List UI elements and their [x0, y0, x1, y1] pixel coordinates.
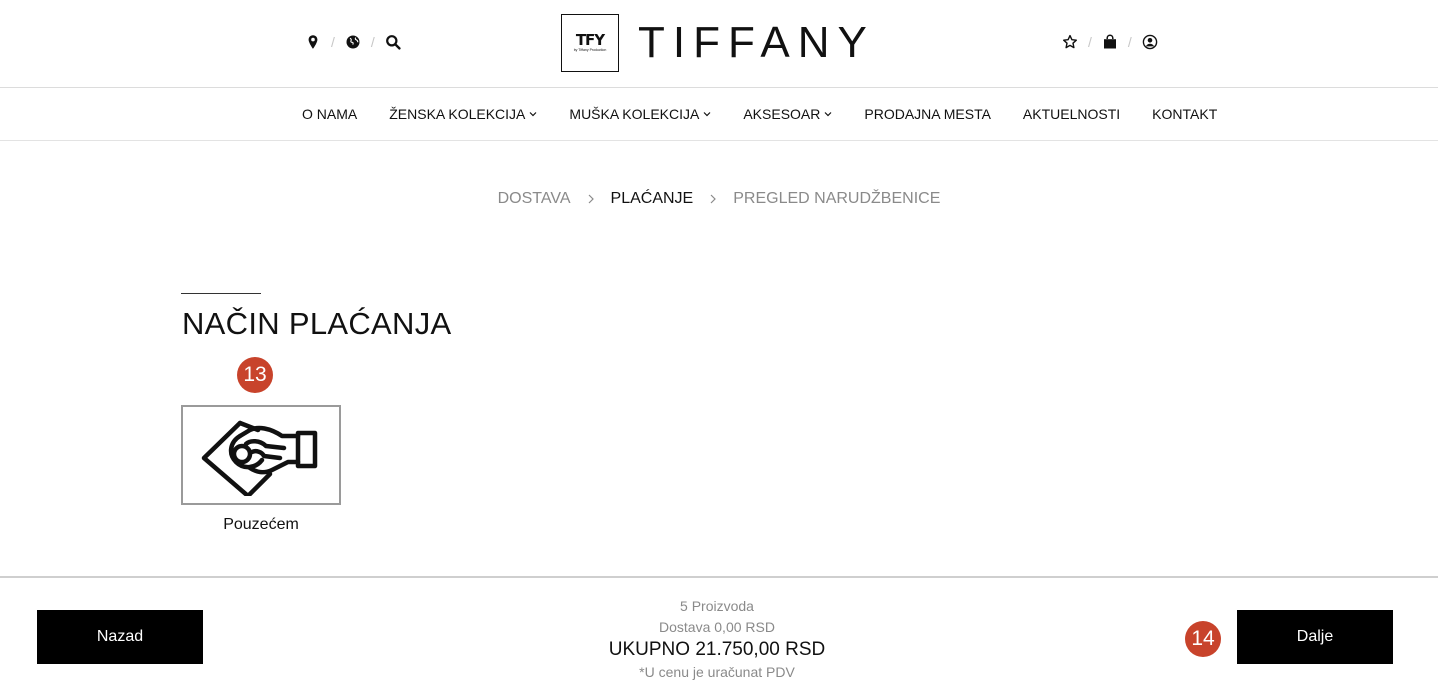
- checkout-breadcrumb: DOSTAVA PLAĆANJE PREGLED NARUDŽBENICE: [0, 190, 1438, 208]
- nav-item-prodajna-mesta[interactable]: PRODAJNA MESTA: [864, 106, 991, 122]
- payment-method-cod-card[interactable]: [181, 405, 341, 505]
- logo-mark-subtext: by Tiffany Production: [573, 48, 607, 52]
- nav-item-label: ŽENSKA KOLEKCIJA: [389, 106, 526, 122]
- nav-item-zenska-kolekcija[interactable]: ŽENSKA KOLEKCIJA: [389, 106, 537, 122]
- chevron-down-icon: [529, 112, 537, 117]
- nav-item-kontakt[interactable]: KONTAKT: [1152, 106, 1217, 122]
- separator: /: [370, 34, 375, 50]
- main-nav: O NAMA ŽENSKA KOLEKCIJA MUŠKA KOLEKCIJA …: [0, 88, 1438, 141]
- search-icon[interactable]: [384, 33, 402, 51]
- chevron-down-icon: [824, 112, 832, 117]
- nav-item-aksesoar[interactable]: AKSESOAR: [743, 106, 832, 122]
- shopping-bag-icon[interactable]: [1101, 33, 1119, 51]
- logo-mark-text: TFY: [575, 31, 605, 49]
- nav-item-aktuelnosti[interactable]: AKTUELNOSTI: [1023, 106, 1120, 122]
- user-icon[interactable]: [1141, 33, 1159, 51]
- nav-item-label: MUŠKA KOLEKCIJA: [569, 106, 700, 122]
- step-badge: 13: [237, 357, 273, 393]
- section-divider: [181, 293, 261, 294]
- nav-item-label: O NAMA: [302, 106, 358, 122]
- nav-item-label: KONTAKT: [1152, 106, 1218, 122]
- step-badge: 14: [1185, 621, 1221, 657]
- separator: /: [331, 34, 335, 50]
- chevron-down-icon: [703, 112, 711, 117]
- nav-item-label: AKTUELNOSTI: [1022, 106, 1121, 122]
- checkout-footer: Nazad 5 Proizvoda Dostava 0,00 RSD UKUPN…: [0, 576, 1438, 692]
- header-left-icons: / /: [304, 32, 402, 52]
- separator: /: [1088, 34, 1092, 50]
- nav-item-muska-kolekcija[interactable]: MUŠKA KOLEKCIJA: [569, 106, 711, 122]
- nav-item-label: PRODAJNA MESTA: [864, 106, 991, 122]
- nav-items: O NAMA ŽENSKA KOLEKCIJA MUŠKA KOLEKCIJA …: [302, 106, 1217, 122]
- header-right-icons: / /: [1061, 32, 1159, 52]
- header: / / TFY by Tiffany Production TIFFANY / …: [0, 0, 1438, 88]
- product-count: 5 Proizvoda: [680, 598, 754, 614]
- star-icon[interactable]: [1061, 33, 1079, 51]
- chevron-right-icon: [709, 191, 717, 207]
- breadcrumb-step-dostava[interactable]: DOSTAVA: [498, 190, 571, 208]
- payment-method-label: Pouzećem: [223, 516, 299, 533]
- next-button[interactable]: Dalje: [1237, 610, 1393, 664]
- separator: /: [1127, 34, 1132, 50]
- breadcrumb-step-placanje[interactable]: PLAĆANJE: [611, 190, 694, 208]
- globe-icon[interactable]: [344, 33, 362, 51]
- chevron-right-icon: [587, 191, 595, 207]
- nav-item-o-nama[interactable]: O NAMA: [302, 106, 357, 122]
- breadcrumb-step-pregled[interactable]: PREGLED NARUDŽBENICE: [733, 190, 940, 208]
- brand-name: TIFFANY: [638, 18, 875, 67]
- page-title: NAČIN PLAĆANJA: [182, 306, 452, 341]
- nav-item-label: AKSESOAR: [743, 106, 821, 122]
- location-icon[interactable]: [304, 33, 322, 51]
- vat-note: *U cenu je uračunat PDV: [639, 664, 795, 680]
- logo-mark: TFY by Tiffany Production: [561, 14, 619, 72]
- brand-logo[interactable]: TFY by Tiffany Production TIFFANY: [561, 14, 875, 72]
- handshake-money-icon: [201, 420, 318, 496]
